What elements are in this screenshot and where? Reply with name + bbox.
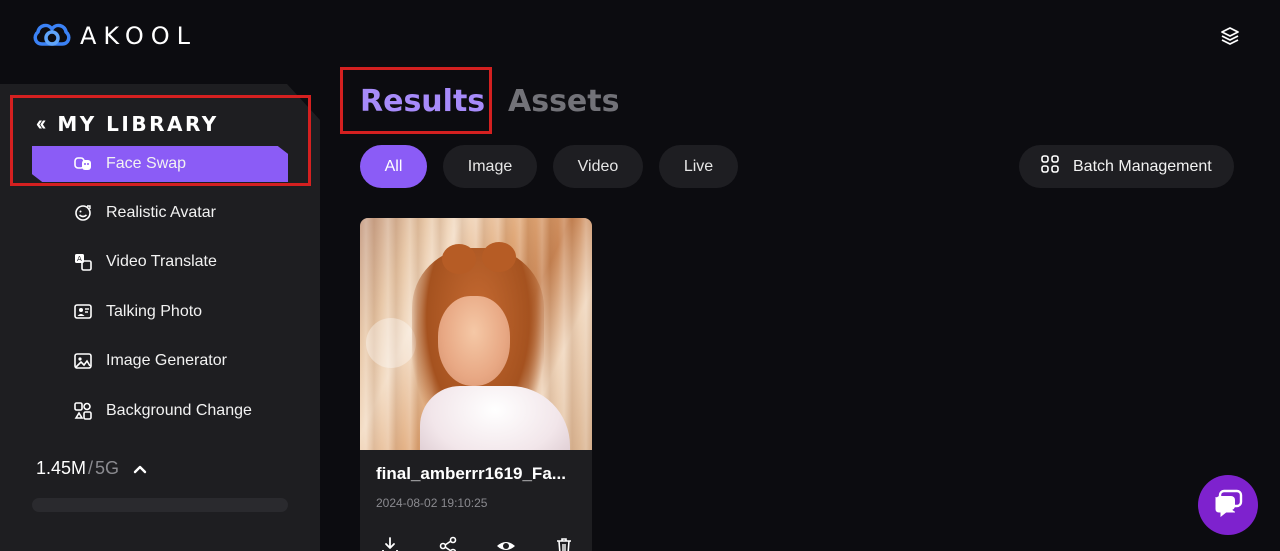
sidebar-item-label: Talking Photo — [106, 303, 203, 320]
result-date: 2024-08-02 19:10:25 — [376, 496, 488, 510]
storage-separator: / — [88, 458, 94, 478]
chat-bubble-icon — [1213, 489, 1243, 522]
sidebar-item-realistic-avatar[interactable]: Realistic Avatar — [32, 195, 288, 231]
storage-usage: 1.45M / 5G — [36, 458, 147, 479]
thumbnail-light — [366, 318, 416, 368]
filter-image[interactable]: Image — [443, 145, 537, 188]
result-thumbnail[interactable] — [360, 218, 592, 450]
avatar-icon — [74, 204, 92, 222]
layers-icon[interactable] — [1220, 26, 1240, 46]
trash-icon[interactable] — [554, 536, 574, 551]
storage-progress-bar — [32, 498, 288, 512]
face-swap-icon — [74, 155, 92, 173]
svg-text:A: A — [77, 255, 82, 263]
sidebar-item-background-change[interactable]: Background Change — [32, 393, 288, 429]
filter-all[interactable]: All — [360, 145, 427, 188]
sidebar-item-label: Face Swap — [106, 155, 187, 172]
brand-name: AKOOL — [80, 22, 197, 50]
sidebar-item-label: Background Change — [106, 402, 252, 419]
background-change-icon — [74, 402, 92, 420]
batch-management-label: Batch Management — [1073, 157, 1212, 175]
batch-management-button[interactable]: Batch Management — [1019, 145, 1234, 188]
library-title: MY LIBRARY — [57, 112, 219, 136]
result-title: final_amberrr1619_Fa... — [376, 464, 566, 483]
storage-used: 1.45M — [36, 458, 87, 478]
eye-icon[interactable] — [496, 536, 516, 551]
thumbnail-hair-bun — [442, 244, 476, 274]
storage-total: 5G — [95, 458, 120, 478]
download-icon[interactable] — [380, 536, 400, 551]
sidebar-item-talking-photo[interactable]: Talking Photo — [32, 294, 288, 330]
sidebar-item-label: Image Generator — [106, 352, 227, 369]
sidebar-item-video-translate[interactable]: A Video Translate — [32, 244, 288, 280]
sidebar-item-label: Video Translate — [106, 253, 217, 270]
sidebar-item-image-generator[interactable]: Image Generator — [32, 343, 288, 379]
sidebar-item-label: Realistic Avatar — [106, 204, 216, 221]
tab-results[interactable]: Results — [360, 84, 485, 119]
akool-cloud-icon — [33, 23, 71, 46]
thumbnail-hair-bun — [482, 242, 516, 272]
result-card[interactable]: final_amberrr1619_Fa... 2024-08-02 19:10… — [360, 218, 592, 551]
talking-photo-icon — [74, 303, 92, 321]
double-chevron-left-icon[interactable]: ‹‹ — [36, 113, 46, 136]
library-header: ‹‹ MY LIBRARY — [36, 112, 219, 136]
chevron-up-icon[interactable] — [133, 461, 147, 477]
grid-icon — [1041, 155, 1059, 178]
sidebar-item-face-swap[interactable]: Face Swap — [32, 146, 288, 182]
tab-assets[interactable]: Assets — [508, 84, 619, 119]
filter-live[interactable]: Live — [659, 145, 738, 188]
filter-video[interactable]: Video — [553, 145, 643, 188]
akool-logo[interactable]: AKOOL — [32, 20, 197, 52]
chat-support-button[interactable] — [1198, 475, 1258, 535]
share-icon[interactable] — [438, 536, 458, 551]
translate-icon: A — [74, 253, 92, 271]
result-actions — [380, 536, 574, 551]
image-icon — [74, 352, 92, 370]
thumbnail-face — [438, 296, 510, 386]
